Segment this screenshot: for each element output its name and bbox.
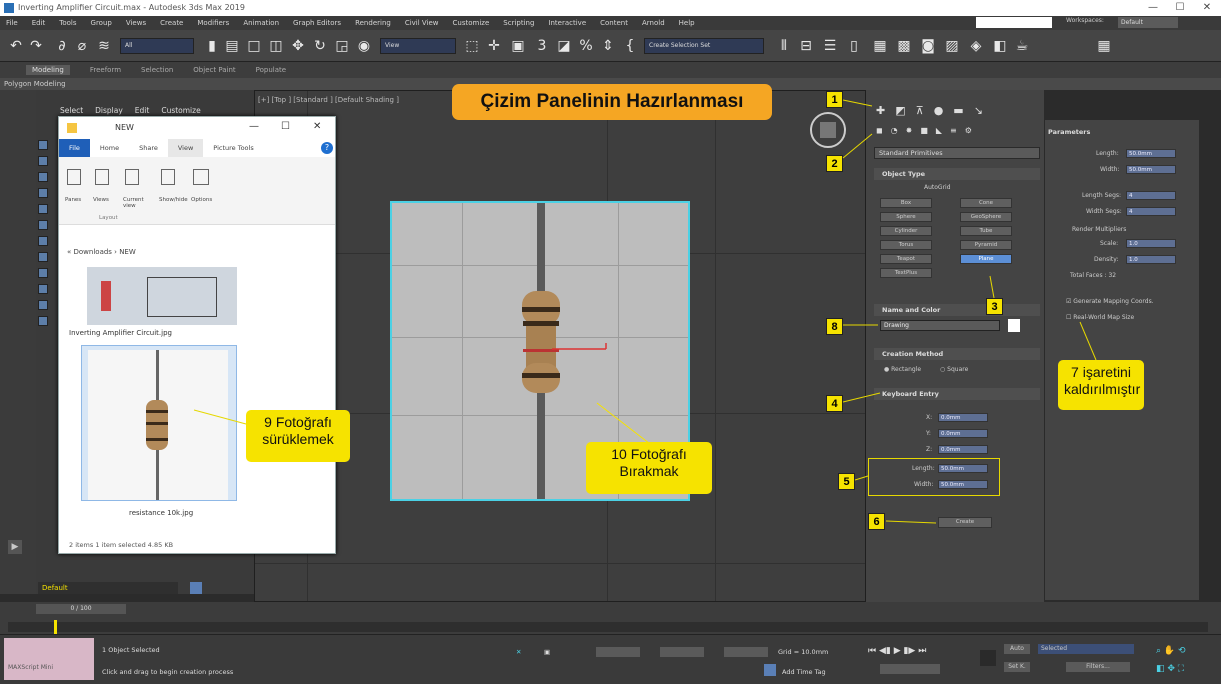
callout-10: 10 Fotoğrafı Bırakmak — [586, 442, 712, 494]
callout-9: 9 Fotoğrafı sürüklemek — [246, 410, 350, 462]
callout-7: 7 işaretini kaldırılmıştır — [1058, 360, 1144, 410]
annotation-leaders — [193, 99, 1097, 524]
